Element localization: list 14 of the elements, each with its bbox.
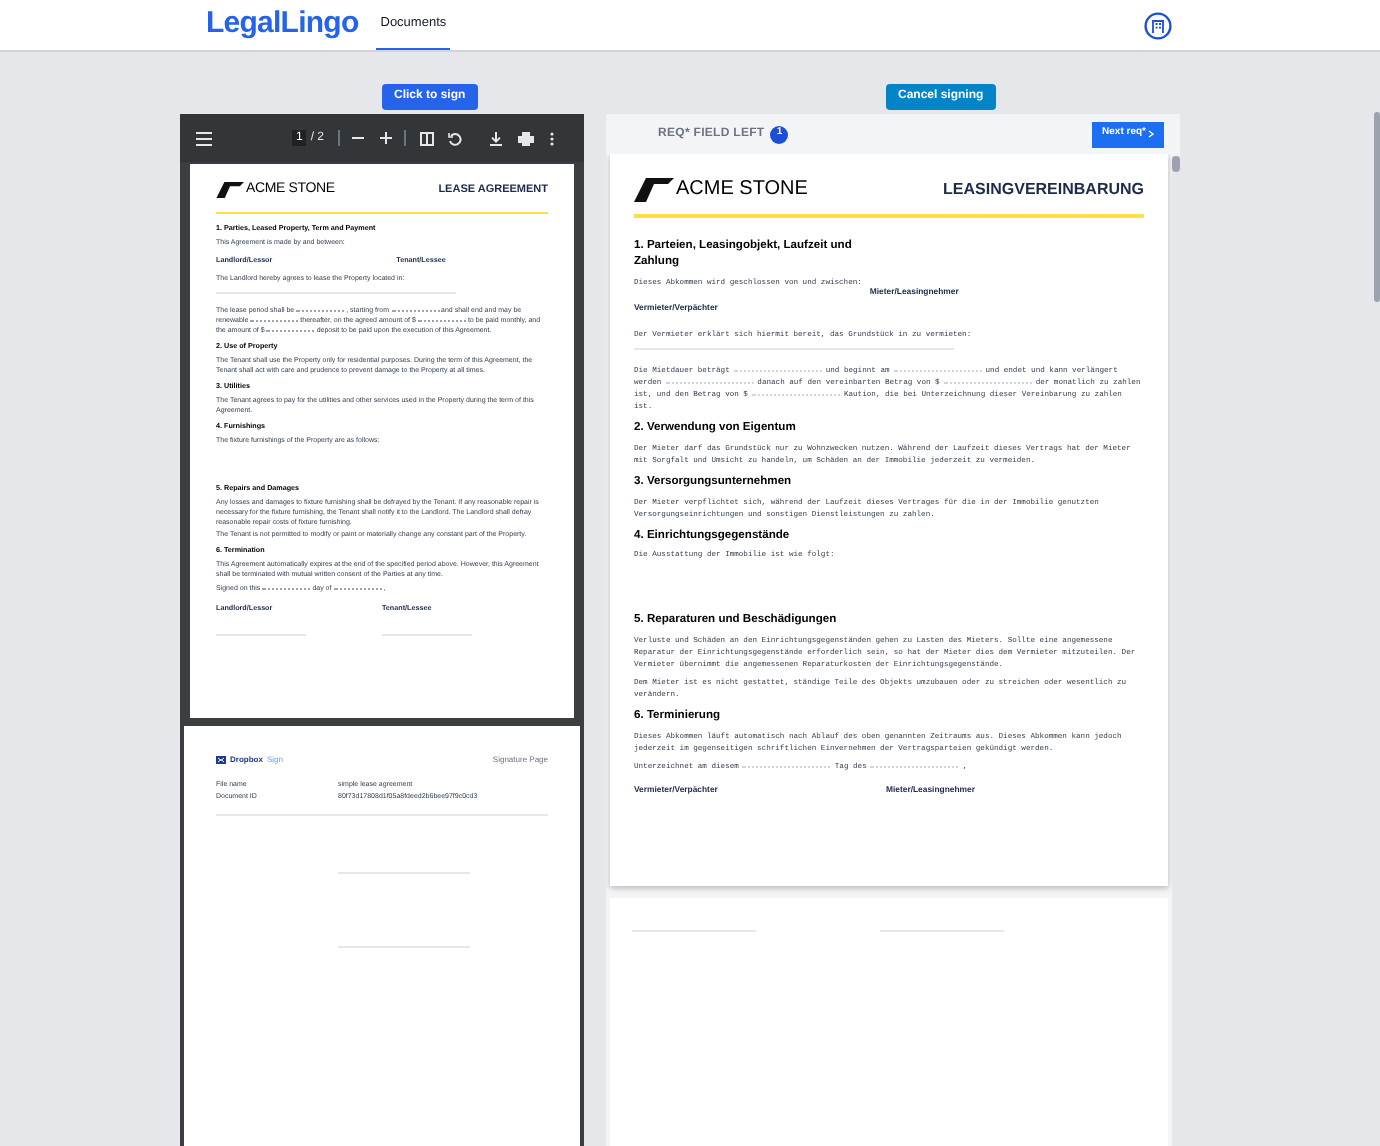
fit-page-icon[interactable] [420,131,435,145]
zoom-out-icon[interactable] [352,132,365,144]
more-icon[interactable] [550,131,555,145]
download-icon[interactable] [490,131,503,145]
chevron-right-icon [1147,130,1154,138]
brand-logo[interactable]: LegalLingo [206,2,359,48]
zoom-in-icon[interactable] [380,132,393,144]
box-logo-icon [216,756,226,764]
company-logo: ACME STONE [634,174,808,204]
rotate-icon[interactable] [448,131,463,145]
document-title: LEASINGVEREINBARUNG [943,177,1144,201]
print-icon[interactable] [518,131,535,145]
menu-icon[interactable] [196,131,212,145]
building-icon[interactable] [1144,11,1172,39]
